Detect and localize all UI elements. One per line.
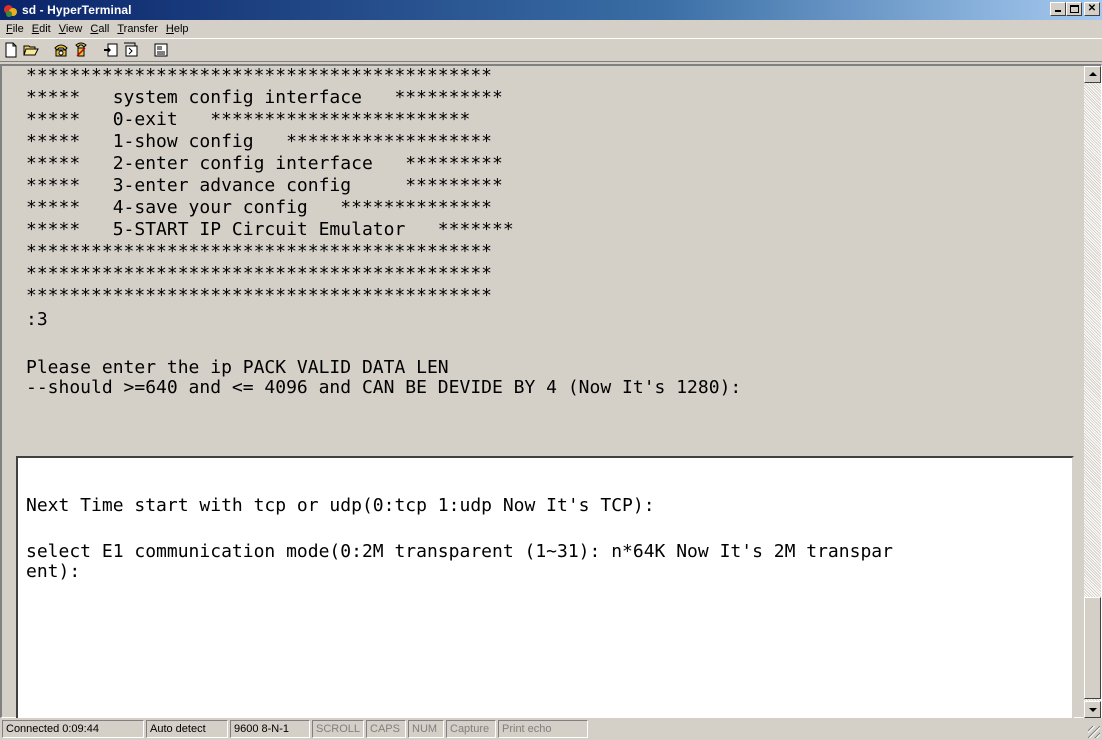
status-bar: Connected 0:09:44 Auto detect 9600 8-N-1… <box>0 718 1102 740</box>
scroll-up-button[interactable] <box>1084 66 1101 83</box>
send-icon <box>104 43 118 57</box>
terminal-line: ****************************************… <box>26 241 492 262</box>
terminal-line: ****************************************… <box>26 285 492 306</box>
properties-button[interactable] <box>152 41 171 59</box>
terminal-active-pane[interactable]: Next Time start with tcp or udp(0:tcp 1:… <box>16 456 1074 718</box>
terminal-line: :3 <box>26 309 48 330</box>
minimize-icon <box>1055 10 1061 12</box>
terminal-line: ***** 1-show config ******************* <box>26 131 492 152</box>
receive-icon <box>124 42 138 57</box>
send-button[interactable] <box>102 41 121 59</box>
terminal-line: ent): <box>26 561 81 582</box>
window-title: sd - HyperTerminal <box>22 3 132 17</box>
minimize-button[interactable] <box>1050 2 1066 16</box>
call-icon <box>54 44 68 57</box>
menu-edit[interactable]: Edit <box>28 21 55 37</box>
receive-button[interactable] <box>122 41 141 59</box>
terminal-line: ****************************************… <box>26 66 492 86</box>
call-button[interactable] <box>52 41 71 59</box>
status-num: NUM <box>408 720 444 738</box>
terminal-line: ***** 0-exit ************************ <box>26 109 471 130</box>
terminal-line: select E1 communication mode(0:2M transp… <box>26 541 893 562</box>
new-button[interactable] <box>2 41 21 59</box>
window-controls: ✕ <box>1050 2 1100 16</box>
maximize-button[interactable] <box>1066 2 1082 16</box>
terminal-line: ***** 2-enter config interface ********* <box>26 153 503 174</box>
terminal-line: Please enter the ip PACK VALID DATA LEN <box>26 357 449 378</box>
close-icon: ✕ <box>1087 3 1097 14</box>
menu-view[interactable]: View <box>55 21 87 37</box>
menu-call[interactable]: Call <box>86 21 113 37</box>
close-button[interactable]: ✕ <box>1084 2 1100 16</box>
maximize-icon <box>1070 5 1079 13</box>
status-print-echo: Print echo <box>498 720 588 738</box>
hyperterminal-app-icon[interactable] <box>3 3 18 18</box>
terminal-frame: ****************************************… <box>0 64 1102 718</box>
open-icon <box>23 45 39 56</box>
terminal-line: ***** system config interface ********** <box>26 87 503 108</box>
status-settings: 9600 8-N-1 <box>230 720 310 738</box>
status-connected: Connected 0:09:44 <box>2 720 144 738</box>
resize-grip-icon[interactable] <box>1088 726 1100 738</box>
status-scroll: SCROLL <box>312 720 364 738</box>
menu-bar: File Edit View Call Transfer Help <box>0 20 1102 38</box>
scroll-down-icon <box>1089 708 1097 712</box>
scroll-thumb[interactable] <box>1084 597 1101 699</box>
open-button[interactable] <box>22 41 41 59</box>
title-bar: sd - HyperTerminal ✕ <box>0 0 1102 20</box>
terminal-line: ****************************************… <box>26 263 492 284</box>
menu-help[interactable]: Help <box>162 21 193 37</box>
terminal-line: Next Time start with tcp or udp(0:tcp 1:… <box>26 495 655 516</box>
scroll-down-button[interactable] <box>1084 701 1101 718</box>
status-caps: CAPS <box>366 720 406 738</box>
disconnect-button[interactable] <box>72 41 91 59</box>
disconnect-icon <box>75 42 87 57</box>
status-capture: Capture <box>446 720 496 738</box>
terminal-line: ***** 3-enter advance config ********* <box>26 175 503 196</box>
status-detect: Auto detect <box>146 720 228 738</box>
terminal-history-pane: ****************************************… <box>6 66 1084 454</box>
new-icon <box>5 42 17 58</box>
menu-file[interactable]: File <box>2 21 28 37</box>
properties-icon <box>154 43 168 57</box>
toolbar <box>0 38 1102 62</box>
terminal-line: --should >=640 and <= 4096 and CAN BE DE… <box>26 377 742 398</box>
terminal-line: ***** 4-save your config ************** <box>26 197 492 218</box>
scroll-up-icon <box>1089 72 1097 76</box>
menu-transfer[interactable]: Transfer <box>113 21 162 37</box>
terminal-line: ***** 5-START IP Circuit Emulator ******… <box>26 219 514 240</box>
vertical-scrollbar[interactable] <box>1084 66 1101 718</box>
